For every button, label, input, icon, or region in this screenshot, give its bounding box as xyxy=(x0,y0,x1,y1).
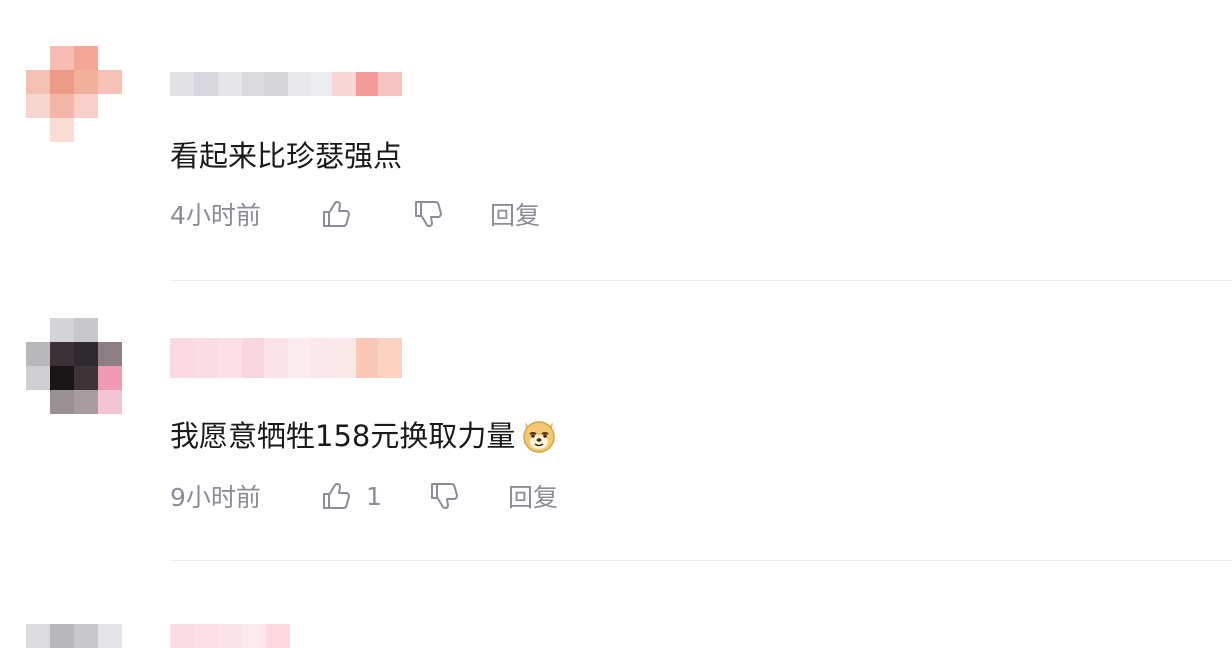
dislike-button[interactable] xyxy=(412,198,490,230)
divider xyxy=(170,560,1232,561)
username-pixel xyxy=(194,338,218,378)
avatar-pixel xyxy=(50,390,74,414)
avatar[interactable] xyxy=(26,624,122,648)
avatar-pixel xyxy=(74,70,98,94)
username-pixel xyxy=(266,624,290,648)
avatar-pixel xyxy=(74,94,98,118)
avatar-pixel xyxy=(50,624,74,648)
avatar-pixel xyxy=(74,390,98,414)
username-pixel xyxy=(264,72,288,96)
username-pixel xyxy=(288,338,310,378)
avatar-pixel xyxy=(50,318,74,342)
avatar-pixel xyxy=(26,70,50,94)
username-pixel xyxy=(170,338,194,378)
like-count: 1 xyxy=(366,481,382,511)
thumbs-down-icon xyxy=(428,480,460,512)
avatar-pixel xyxy=(98,318,122,342)
avatar-pixel xyxy=(50,70,74,94)
username-pixel xyxy=(242,624,266,648)
comment-text-content: 看起来比珍瑟强点 xyxy=(170,139,403,173)
comment-text: 看起来比珍瑟强点 xyxy=(170,134,402,174)
username-pixel xyxy=(356,338,378,378)
avatar-pixel xyxy=(74,624,98,648)
avatar-pixel xyxy=(50,342,74,366)
avatar-pixel xyxy=(26,624,50,648)
avatar-pixel xyxy=(50,366,74,390)
dislike-button[interactable] xyxy=(428,480,508,512)
username-pixel xyxy=(194,624,218,648)
avatar-pixel xyxy=(74,318,98,342)
username-pixel xyxy=(218,72,242,96)
avatar-pixel xyxy=(26,342,50,366)
username-pixel xyxy=(310,338,332,378)
username-pixel xyxy=(218,338,242,378)
username-pixel xyxy=(264,338,288,378)
username-pixel xyxy=(242,72,264,96)
avatar-pixel xyxy=(98,342,122,366)
username-pixel xyxy=(378,338,402,378)
reply-button[interactable]: 回复 xyxy=(508,478,558,514)
username-pixel xyxy=(170,624,194,648)
username-pixel xyxy=(332,72,356,96)
avatar-pixel xyxy=(98,390,122,414)
avatar-pixel xyxy=(98,118,122,142)
avatar-pixel xyxy=(50,94,74,118)
avatar-pixel xyxy=(74,342,98,366)
comment-item xyxy=(0,562,1232,648)
comment-item: 看起来比珍瑟强点 4小时前 回复 xyxy=(0,0,1232,282)
comment-text-content: 我愿意牺牲158元换取力量 xyxy=(170,419,516,453)
username-pixel xyxy=(242,338,264,378)
like-button[interactable] xyxy=(320,198,412,230)
like-button[interactable]: 1 xyxy=(320,480,428,512)
avatar-pixel xyxy=(50,46,74,70)
comment-time: 4小时前 xyxy=(170,201,261,230)
avatar-pixel xyxy=(98,94,122,118)
username-pixel xyxy=(356,72,378,96)
username-pixel xyxy=(170,72,194,96)
avatar-pixel xyxy=(74,118,98,142)
username-pixel xyxy=(332,338,356,378)
username-pixel xyxy=(218,624,242,648)
username-pixel xyxy=(310,72,332,96)
avatar-pixel xyxy=(50,118,74,142)
avatar-pixel xyxy=(74,366,98,390)
divider xyxy=(170,280,1232,281)
username[interactable] xyxy=(170,72,402,96)
thumbs-up-icon xyxy=(320,480,352,512)
doge-emoji-icon xyxy=(519,414,559,454)
avatar-pixel xyxy=(26,366,50,390)
avatar-pixel xyxy=(26,390,50,414)
username-pixel xyxy=(194,72,218,96)
comment-actions: 4小时前 回复 xyxy=(170,194,540,234)
avatar-pixel xyxy=(26,46,50,70)
avatar-pixel xyxy=(26,94,50,118)
avatar-pixel xyxy=(98,70,122,94)
avatar[interactable] xyxy=(26,318,122,414)
username-pixel xyxy=(288,72,310,96)
avatar-pixel xyxy=(98,624,122,648)
avatar-pixel xyxy=(74,46,98,70)
comment-text: 我愿意牺牲158元换取力量 xyxy=(170,412,559,456)
avatar-pixel xyxy=(26,318,50,342)
username[interactable] xyxy=(170,624,290,648)
username[interactable] xyxy=(170,338,402,378)
reply-button[interactable]: 回复 xyxy=(490,196,540,232)
avatar-pixel xyxy=(98,46,122,70)
thumbs-up-icon xyxy=(320,198,352,230)
avatar-pixel xyxy=(26,118,50,142)
comment-item: 我愿意牺牲158元换取力量 9小时前 1 回复 xyxy=(0,282,1232,562)
avatar[interactable] xyxy=(26,46,122,142)
thumbs-down-icon xyxy=(412,198,444,230)
comment-actions: 9小时前 1 回复 xyxy=(170,476,558,516)
avatar-pixel xyxy=(98,366,122,390)
username-pixel xyxy=(378,72,402,96)
comment-time: 9小时前 xyxy=(170,483,261,512)
